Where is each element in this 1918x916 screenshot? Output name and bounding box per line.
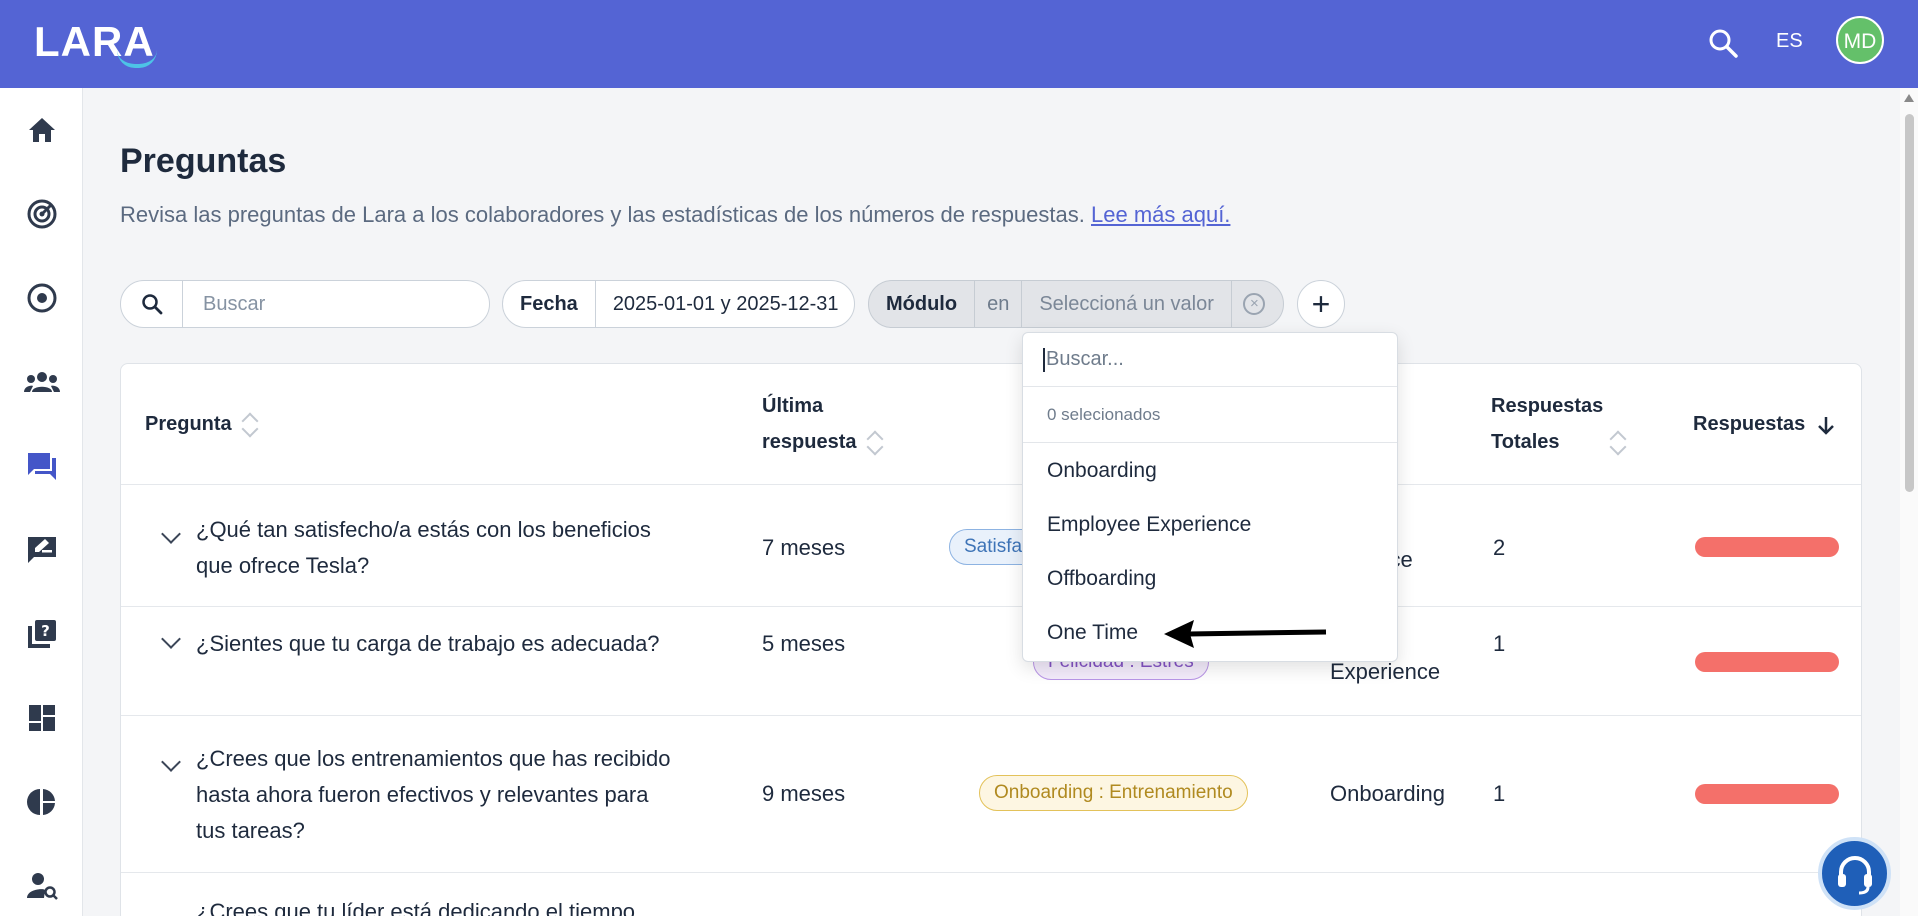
column-header-label: Respuestas	[1491, 395, 1604, 417]
arrow-down-icon[interactable]	[1817, 415, 1835, 435]
language-selector[interactable]: ES	[1776, 30, 1803, 53]
question-text: ¿Qué tan satisfecho/a estás con los bene…	[196, 512, 651, 584]
top-bar: LARA ES MD	[0, 0, 1918, 88]
user-avatar[interactable]: MD	[1836, 16, 1884, 64]
pointer-arrow-icon	[1164, 620, 1327, 648]
date-filter[interactable]: Fecha 2025-01-01 y 2025-12-31	[502, 280, 855, 328]
column-header-respuestas[interactable]: Respuestas	[1693, 406, 1835, 442]
date-filter-label: Fecha	[503, 281, 596, 327]
chevron-down-icon[interactable]	[161, 752, 181, 772]
module-filter-operator[interactable]: en	[975, 281, 1023, 327]
last-response: 9 meses	[762, 781, 846, 806]
column-header-pregunta[interactable]: Pregunta	[145, 406, 258, 442]
home-icon[interactable]	[24, 112, 60, 148]
module-filter-label: Módulo	[869, 281, 976, 327]
row-divider	[121, 872, 1861, 873]
dropdown-option-onboarding[interactable]: Onboarding	[1023, 444, 1397, 498]
dropdown-search-placeholder: Buscar...	[1046, 348, 1124, 370]
column-header-label: Última	[762, 395, 824, 417]
category-tag: Onboarding : Entrenamiento	[979, 775, 1248, 811]
column-header-ultima-respuesta[interactable]: Última respuesta	[762, 388, 883, 460]
total-responses: 1	[1493, 631, 1506, 656]
search-filter[interactable]: Buscar	[120, 280, 490, 328]
column-header-respuestas-totales[interactable]: Respuestas Totales	[1491, 388, 1626, 460]
selected-count: 0 selecionados	[1023, 387, 1397, 443]
row-divider	[121, 606, 1861, 607]
responses-bar	[1695, 537, 1839, 557]
row-divider	[121, 484, 1861, 485]
page-scrollbar[interactable]	[1900, 88, 1918, 916]
question-line: ¿Crees que los entrenamientos que has re…	[196, 746, 671, 771]
target-icon[interactable]	[24, 280, 60, 316]
scroll-up-arrow-icon[interactable]	[1904, 94, 1914, 102]
dropdown-option-employee-experience[interactable]: Employee Experience	[1023, 498, 1397, 552]
search-input[interactable]: Buscar	[183, 281, 265, 327]
page-title: Preguntas	[120, 142, 287, 180]
question-line: que ofrece Tesla?	[196, 553, 370, 578]
dropdown-search-input[interactable]: Buscar...	[1023, 333, 1397, 387]
headset-icon	[1837, 855, 1872, 894]
search-icon[interactable]	[121, 281, 183, 327]
questions-table: Pregunta Última respuesta o Respuestas T…	[120, 363, 1862, 916]
text-cursor	[1043, 347, 1045, 372]
sort-icon[interactable]	[867, 429, 883, 457]
question-text: ¿Crees que los entrenamientos que has re…	[196, 741, 671, 849]
chevron-down-icon[interactable]	[161, 629, 181, 649]
module-filter-value[interactable]: Seleccioná un valor	[1022, 281, 1232, 327]
clear-filter-button[interactable]: ×	[1232, 281, 1277, 327]
total-responses: 2	[1493, 535, 1506, 560]
column-header-label: Respuestas	[1693, 413, 1806, 435]
page-subtitle: Revisa las preguntas de Lara a los colab…	[120, 202, 1230, 228]
question-line: hasta ahora fueron efectivos y relevante…	[196, 782, 649, 807]
edit-note-icon[interactable]	[24, 532, 60, 568]
radar-icon[interactable]	[24, 196, 60, 232]
quiz-icon[interactable]: ?	[24, 616, 60, 652]
last-response: 7 meses	[762, 535, 846, 560]
date-filter-value[interactable]: 2025-01-01 y 2025-12-31	[596, 281, 854, 327]
read-more-link[interactable]: Lee más aquí.	[1091, 202, 1230, 227]
question-line: ¿Qué tan satisfecho/a estás con los bene…	[196, 517, 651, 542]
row-divider	[121, 715, 1861, 716]
module-dropdown: Buscar... 0 selecionados Onboarding Empl…	[1022, 332, 1398, 662]
responses-bar	[1695, 652, 1839, 672]
person-search-icon[interactable]	[24, 868, 60, 904]
responses-bar	[1695, 784, 1839, 804]
sidebar: ?	[0, 88, 83, 916]
question-text: ¿Sientes que tu carga de trabajo es adec…	[196, 631, 660, 656]
column-header-label: Pregunta	[145, 413, 232, 435]
help-headset-button[interactable]	[1818, 837, 1891, 910]
module-filter[interactable]: Módulo en Seleccioná un valor ×	[868, 280, 1284, 328]
svg-text:?: ?	[41, 622, 50, 640]
sort-icon[interactable]	[242, 411, 258, 439]
subtitle-text: Revisa las preguntas de Lara a los colab…	[120, 202, 1085, 227]
column-header-label: Totales	[1491, 431, 1560, 453]
module-text: Onboarding	[1330, 781, 1445, 806]
people-icon[interactable]	[24, 364, 60, 400]
chat-icon[interactable]	[24, 448, 60, 484]
sort-icon[interactable]	[1610, 429, 1626, 457]
scrollbar-thumb[interactable]	[1905, 114, 1914, 492]
pie-chart-icon[interactable]	[24, 784, 60, 820]
total-responses: 1	[1493, 781, 1506, 806]
close-circle-icon: ×	[1243, 293, 1266, 315]
dashboard-icon[interactable]	[24, 700, 60, 736]
last-response: 5 meses	[762, 631, 846, 656]
search-icon[interactable]	[1706, 26, 1740, 60]
question-text: ¿Crees que tu líder está dedicando el ti…	[196, 899, 636, 916]
chevron-down-icon[interactable]	[161, 524, 181, 544]
add-filter-button[interactable]: +	[1297, 280, 1345, 328]
question-line: tus tareas?	[196, 818, 305, 843]
dropdown-option-offboarding[interactable]: Offboarding	[1023, 552, 1397, 606]
column-header-label: respuesta	[762, 431, 857, 453]
